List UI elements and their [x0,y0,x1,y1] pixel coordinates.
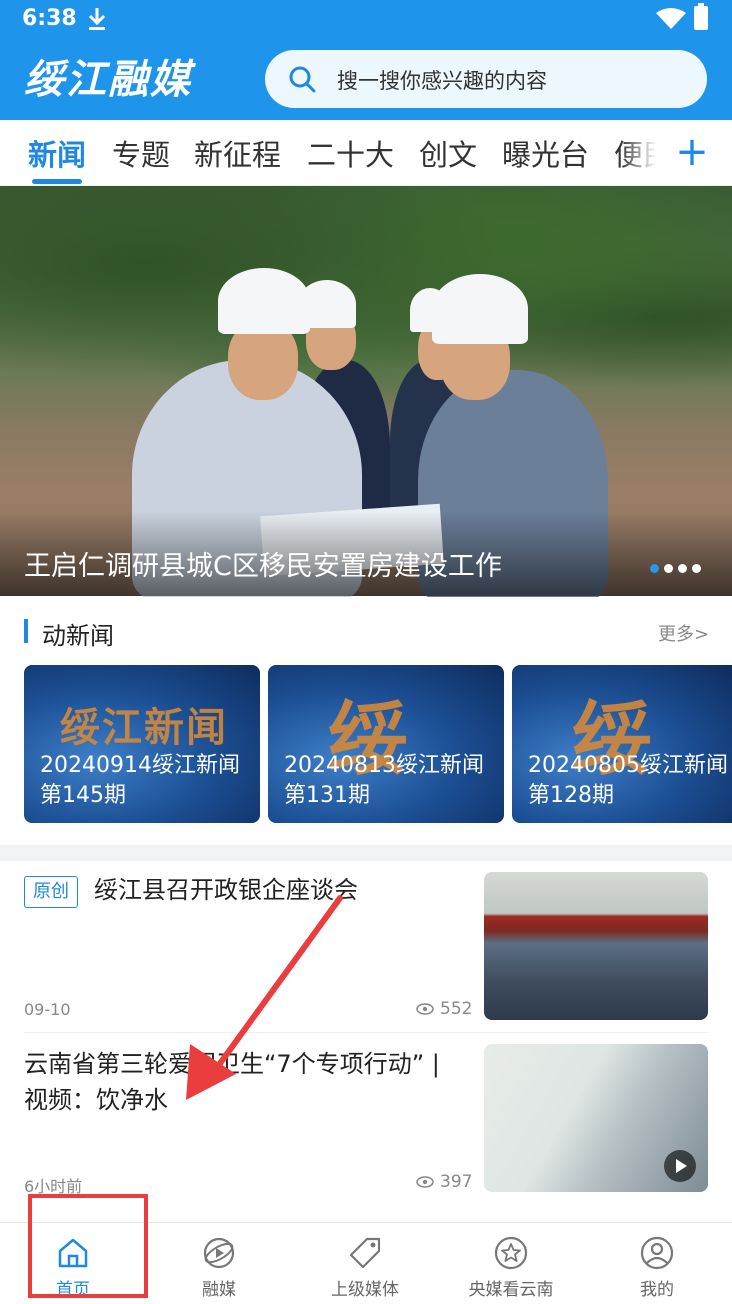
news-view-count: 552 [440,999,473,1019]
tab-topics[interactable]: 专题 [112,132,170,174]
tab-twentieth-congress[interactable]: 二十大 [307,132,394,174]
carousel-dot [692,564,701,573]
section-accent-bar [24,619,28,643]
nav-label: 上级媒体 [331,1280,399,1300]
video-card[interactable]: 绥江新闻 20240914绥江新闻第145期 [24,665,260,823]
tab-news[interactable]: 新闻 [28,132,86,174]
nav-central-media[interactable]: 央媒看云南 [438,1223,584,1304]
news-views: 397 [416,1172,472,1192]
nav-label: 融媒 [202,1280,236,1300]
nav-superior-media[interactable]: 上级媒体 [292,1223,438,1304]
eye-icon [416,1003,434,1015]
carousel-dot [664,564,673,573]
video-card[interactable]: 绥 20240805绥江新闻第128期 [512,665,732,823]
tag-icon [349,1237,381,1269]
user-icon [640,1236,674,1270]
top-header: 6:38 绥江融媒 搜一搜你感兴趣的内容 [0,0,732,120]
battery-icon [694,3,708,30]
carousel-indicator [650,558,706,573]
section-divider [0,845,732,861]
original-badge: 原创 [24,876,78,908]
news-time: 09-10 [24,1000,71,1019]
tab-civilization[interactable]: 创文 [419,132,477,174]
app-screen: 6:38 绥江融媒 搜一搜你感兴趣的内容 新闻 专题 新征程 二十大 创文 曝光… [0,0,732,1304]
nav-media[interactable]: 融媒 [146,1223,292,1304]
play-icon [664,1150,696,1182]
media-icon [203,1237,235,1269]
news-view-count: 397 [440,1172,473,1192]
nav-profile[interactable]: 我的 [584,1223,730,1304]
news-thumbnail[interactable] [484,872,708,1020]
tab-new-journey[interactable]: 新征程 [194,132,281,174]
tab-fade [620,120,672,184]
star-icon [494,1236,528,1270]
news-title[interactable]: 云南省第三轮爱国卫生“7个专项行动” | 视频：饮净水 [24,1046,464,1118]
video-card-title: 20240914绥江新闻第145期 [40,753,240,808]
search-icon [289,66,316,93]
video-card-title: 20240813绥江新闻第131期 [284,753,484,808]
carousel-dot [678,564,687,573]
tab-exposure[interactable]: 曝光台 [502,132,589,174]
section-more-link[interactable]: 更多> [658,620,709,646]
video-card-title: 20240805绥江新闻第128期 [528,753,728,808]
banner-helmet [432,274,528,344]
banner-helmet [218,268,310,334]
status-time: 6:38 [22,6,77,31]
eye-icon [416,1176,434,1188]
nav-label: 央媒看云南 [468,1280,554,1300]
video-card-art: 绥江新闻 [60,704,228,751]
annotation-highlight-box [28,1194,148,1298]
nav-label: 我的 [640,1280,674,1300]
search-bar[interactable]: 搜一搜你感兴趣的内容 [265,50,707,108]
wifi-icon [656,8,686,29]
app-logo: 绥江融媒 [24,56,192,103]
carousel-dot-active [650,564,659,573]
video-card[interactable]: 绥 20240813绥江新闻第131期 [268,665,504,823]
category-tabs: 新闻 专题 新征程 二十大 创文 曝光台 便民 [0,120,732,186]
add-channel-button[interactable]: + [672,130,712,174]
banner-title[interactable]: 王启仁调研县城C区移民安置房建设工作 [24,544,502,583]
news-title[interactable]: 绥江县召开政银企座谈会 [94,872,464,908]
search-placeholder: 搜一搜你感兴趣的内容 [337,69,547,93]
news-views: 552 [416,999,472,1019]
active-tab-indicator [32,179,82,184]
download-icon [88,8,106,30]
section-title: 动新闻 [42,622,114,650]
status-bar: 6:38 [0,0,732,40]
